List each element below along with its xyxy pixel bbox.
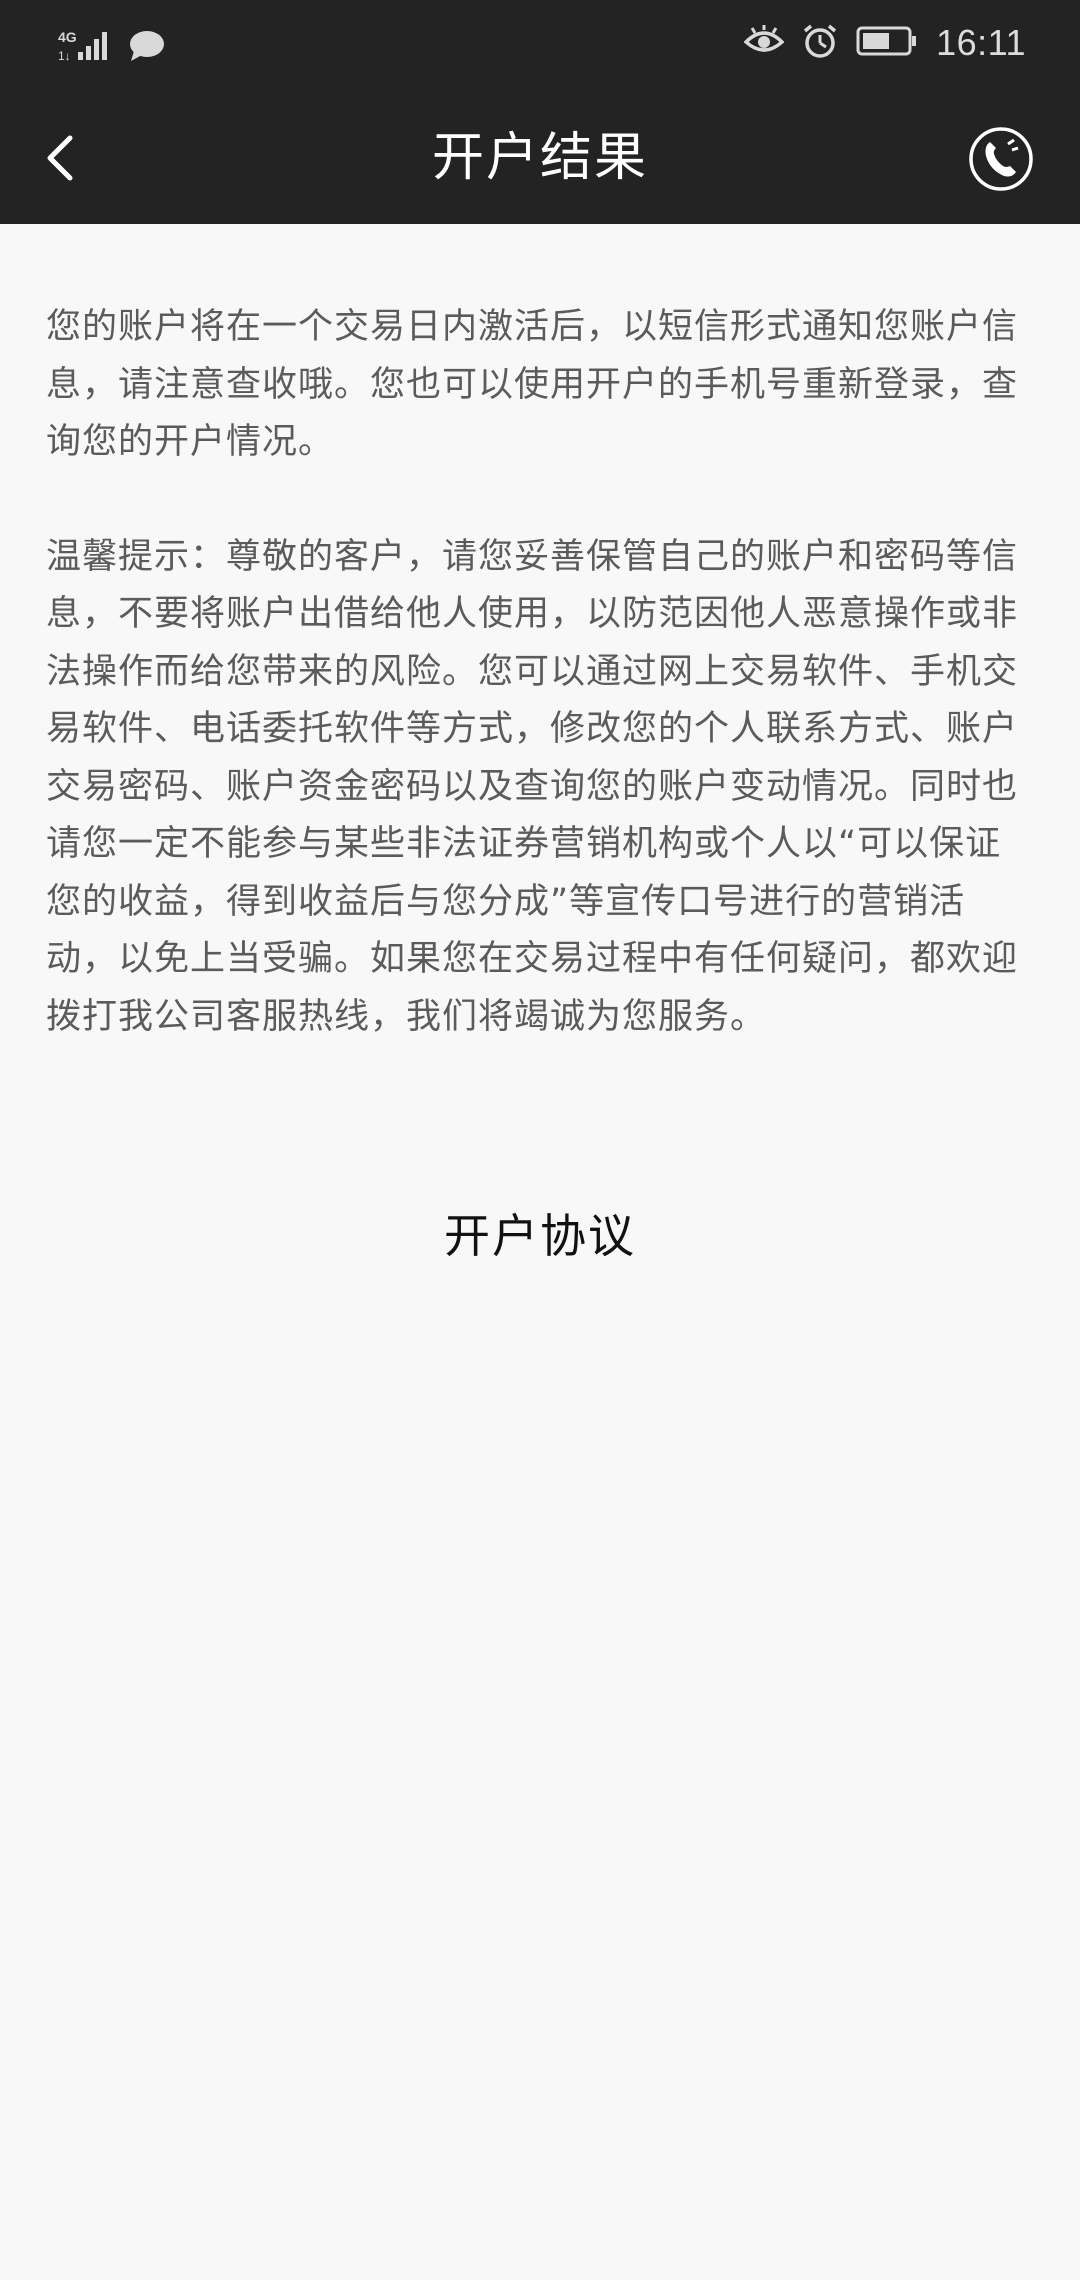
result-content: 您的账户将在一个交易日内激活后，以短信形式通知您账户信息，请注意查收哦。您也可以… [46, 224, 1036, 1046]
status-left: 4G 1↓ [58, 26, 166, 70]
call-hotline-button[interactable] [962, 120, 1040, 198]
phone-icon [969, 127, 1033, 191]
alarm-icon [802, 23, 838, 63]
chat-bubble-icon [128, 29, 166, 67]
account-agreement-link[interactable]: 开户协议 [0, 1200, 1080, 1266]
warm-reminder-text: 温馨提示：尊敬的客户，请您妥善保管自己的账户和密码等信息，不要将账户出借给他人使… [46, 536, 1019, 1037]
status-time: 16:11 [936, 22, 1026, 63]
eye-icon [743, 24, 785, 62]
app-bar: 开户结果 [0, 92, 1080, 224]
page-title: 开户结果 [431, 128, 648, 188]
status-right: 16:11 [743, 22, 1026, 64]
battery-icon [856, 25, 918, 61]
signal-icon: 4G 1↓ [58, 26, 114, 70]
svg-text:4G: 4G [58, 29, 77, 45]
status-bar: 4G 1↓ 16:11 [0, 0, 1080, 92]
activation-notice-text: 您的账户将在一个交易日内激活后，以短信形式通知您账户信息，请注意查收哦。您也可以… [46, 307, 1019, 462]
svg-text:1↓: 1↓ [58, 49, 71, 63]
